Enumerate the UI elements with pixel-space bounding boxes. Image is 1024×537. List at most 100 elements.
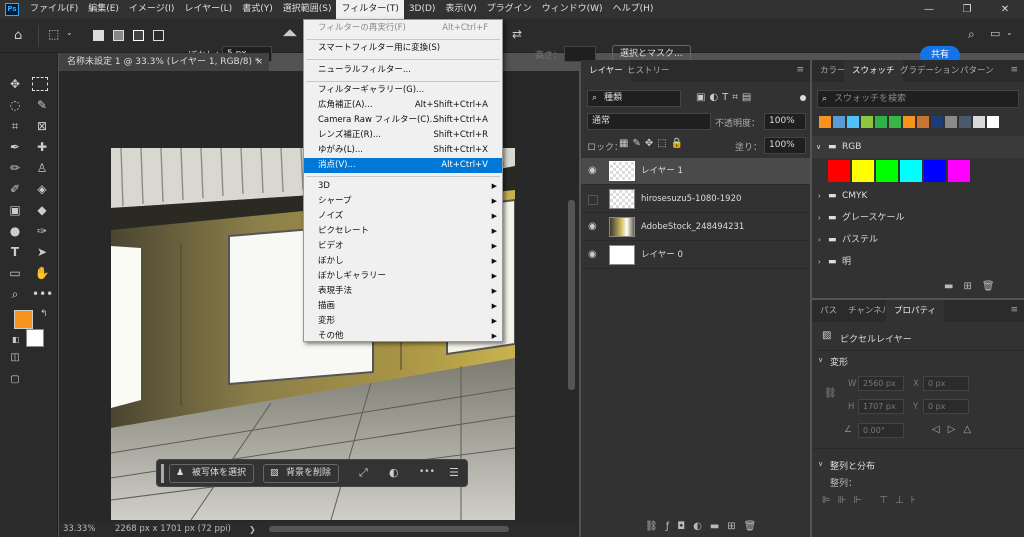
swatch[interactable]	[903, 116, 915, 128]
chevron-down-icon[interactable]: ∨	[818, 460, 823, 468]
menu-item-vanishing-point[interactable]: 消点(V)... Alt+Ctrl+V	[304, 158, 502, 173]
foreground-color-swatch[interactable]	[14, 310, 33, 329]
eye-icon[interactable]: ◉	[588, 221, 597, 232]
remove-background-button[interactable]: ▨ 背景を削除	[263, 464, 340, 483]
layer-actions-icons[interactable]: ⛓ƒ◘◐▬⊞🗑	[645, 521, 764, 532]
marquee-preset-icon[interactable]: ⬚	[48, 27, 59, 41]
filter-kind-select[interactable]: ⌕ 種類	[587, 90, 681, 107]
blur-tool-icon[interactable]: ◆	[32, 201, 52, 219]
swatch[interactable]	[876, 160, 898, 182]
screen-mode-icon[interactable]: ▢	[5, 371, 25, 389]
opacity-input[interactable]: 100%	[764, 113, 806, 130]
swatch[interactable]	[959, 116, 971, 128]
swap-icon[interactable]: ⇄	[512, 27, 522, 41]
swatch-group-light[interactable]: › ▬ 明	[812, 251, 1024, 273]
swap-colors-icon[interactable]: ↰	[40, 309, 48, 319]
quick-select-tool-icon[interactable]: ✎	[32, 96, 52, 114]
search-icon[interactable]: ⌕	[968, 27, 975, 42]
menu-item-camera-raw[interactable]: Camera Raw フィルター(C)... Shift+Ctrl+A	[304, 113, 502, 128]
select-subject-button[interactable]: ♟ 被写体を選択	[169, 464, 255, 483]
menu-item-filter-gallery[interactable]: フィルターギャラリー(G)...	[304, 83, 502, 98]
menu-item-adaptive-wide-angle[interactable]: 広角補正(A)... Alt+Shift+Ctrl+A	[304, 98, 502, 113]
default-colors-icon[interactable]: ◧	[12, 335, 20, 344]
tab-patterns[interactable]: パターン	[952, 60, 1002, 82]
swatch[interactable]	[973, 116, 985, 128]
width-input[interactable]: 2560 px	[858, 376, 904, 391]
workspace-chevron-icon[interactable]: ⌄	[1006, 28, 1013, 37]
type-tool-icon[interactable]: T	[5, 243, 25, 261]
swatch[interactable]	[861, 116, 873, 128]
swatch[interactable]	[924, 160, 946, 182]
swatch[interactable]	[987, 116, 999, 128]
drag-handle[interactable]	[161, 464, 164, 483]
eye-icon[interactable]: ◉	[588, 165, 597, 176]
filter-toggle-icon[interactable]	[800, 95, 806, 101]
status-chevron-icon[interactable]: ❯	[249, 522, 256, 537]
minimize-icon[interactable]: —	[910, 0, 948, 19]
swatch-actions-icons[interactable]: ▬⊞🗑	[944, 281, 1005, 292]
y-input[interactable]: 0 px	[923, 399, 969, 414]
intersect-selection-icon[interactable]	[153, 30, 164, 41]
menu-3d[interactable]: 3D(D)	[404, 0, 441, 19]
swatch[interactable]	[889, 116, 901, 128]
swatch[interactable]	[833, 116, 845, 128]
brush-tool-icon[interactable]: ✏	[5, 159, 25, 177]
layer-row[interactable]: ◉ レイヤー 0	[581, 242, 810, 269]
stamp-tool-icon[interactable]: ♙	[32, 159, 52, 177]
x-input[interactable]: 0 px	[923, 376, 969, 391]
layer-filter-icons[interactable]: ▣◐T⌗▤	[696, 92, 755, 103]
swatch-group-pastel[interactable]: › ▬ パステル	[812, 229, 1024, 251]
menu-item-render[interactable]: 描画 ▶	[304, 299, 502, 314]
background-color-swatch[interactable]	[26, 329, 44, 347]
menu-item-sharpen[interactable]: シャープ ▶	[304, 194, 502, 209]
layer-row[interactable]: ◉ レイヤー 1	[581, 158, 810, 185]
subtract-selection-icon[interactable]	[133, 30, 144, 41]
layer-row[interactable]: ◉ AdobeStock_248494231	[581, 214, 810, 241]
marquee-tool-icon[interactable]	[32, 77, 48, 91]
menu-item-lens-correction[interactable]: レンズ補正(R)... Shift+Ctrl+R	[304, 128, 502, 143]
swatch[interactable]	[945, 116, 957, 128]
healing-tool-icon[interactable]: ✚	[32, 138, 52, 156]
menu-item-blur-gallery[interactable]: ぼかしギャラリー ▶	[304, 269, 502, 284]
close-window-icon[interactable]: ✕	[986, 0, 1024, 19]
flip-icons[interactable]: ◁▷△	[932, 424, 979, 435]
menu-filter[interactable]: フィルター(T)	[336, 0, 404, 19]
history-brush-icon[interactable]: ✐	[5, 180, 25, 198]
height-input[interactable]: 1707 px	[858, 399, 904, 414]
link-icon[interactable]: ⛓	[824, 388, 837, 399]
dodge-tool-icon[interactable]: ●	[5, 222, 25, 240]
crop-tool-icon[interactable]: ⌗	[5, 117, 25, 135]
menu-window[interactable]: ウィンドウ(W)	[537, 0, 608, 19]
panel-menu-icon[interactable]: ≡	[796, 65, 804, 75]
swatch[interactable]	[847, 116, 859, 128]
blend-mode-select[interactable]: 通常	[587, 113, 711, 130]
eraser-tool-icon[interactable]: ◈	[32, 180, 52, 198]
eyedropper-tool-icon[interactable]: ✒	[5, 138, 25, 156]
swatch[interactable]	[875, 116, 887, 128]
add-selection-icon[interactable]	[113, 30, 124, 41]
tab-properties[interactable]: プロパティ	[886, 300, 944, 322]
hand-tool-icon[interactable]: ✋	[32, 264, 52, 282]
quick-mask-icon[interactable]: ◫	[5, 349, 25, 367]
fill-input[interactable]: 100%	[764, 137, 806, 154]
menu-item-stylize[interactable]: 表現手法 ▶	[304, 284, 502, 299]
adjustment-icon[interactable]: ◐	[389, 466, 399, 479]
chevron-down-icon[interactable]: ⌄	[66, 28, 73, 37]
swatch-search-input[interactable]: ⌕ スウォッチを検索	[817, 90, 1019, 108]
angle-input[interactable]: 0.00°	[858, 423, 904, 438]
menu-view[interactable]: 表示(V)	[440, 0, 481, 19]
panel-menu-icon[interactable]: ≡	[1010, 65, 1018, 75]
menu-item-other[interactable]: その他 ▶	[304, 329, 502, 344]
swatch[interactable]	[852, 160, 874, 182]
menu-item-reapply-filter[interactable]: フィルターの再実行(F) Alt+Ctrl+F	[304, 21, 502, 36]
menu-plugins[interactable]: プラグイン	[482, 0, 537, 19]
panel-menu-icon[interactable]: ≡	[1010, 305, 1018, 315]
swatch[interactable]	[828, 160, 850, 182]
workspace-icon[interactable]: ▭	[990, 27, 1000, 40]
eye-icon[interactable]: ◉	[588, 249, 597, 260]
more-tools-icon[interactable]: •••	[32, 285, 53, 303]
menu-item-convert-smart-filter[interactable]: スマートフィルター用に変換(S)	[304, 41, 502, 56]
menu-layer[interactable]: レイヤー(L)	[179, 0, 237, 19]
gradient-tool-icon[interactable]: ▣	[5, 201, 25, 219]
vertical-scrollbar[interactable]	[568, 200, 575, 390]
